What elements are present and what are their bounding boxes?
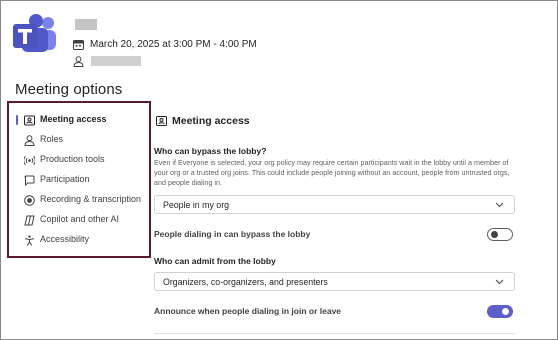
- announce-dial-in-toggle[interactable]: [487, 305, 513, 318]
- meeting-access-icon: [156, 116, 167, 126]
- section-title: Meeting access: [172, 115, 250, 127]
- organizer-name-redacted: [91, 56, 141, 66]
- sidebar-item-label: Recording & transcription: [40, 194, 142, 204]
- teams-logo-icon: [13, 14, 56, 52]
- toggle-knob: [491, 231, 498, 238]
- sidebar-item-roles[interactable]: Roles: [9, 131, 149, 149]
- meeting-title-redacted: [75, 19, 97, 30]
- admit-from-lobby-label: Who can admit from the lobby: [154, 256, 276, 266]
- organizer-row: [73, 54, 141, 68]
- sidebar-item-label: Production tools: [40, 154, 105, 164]
- chevron-down-icon: [495, 279, 504, 285]
- sidebar-item-meeting-access[interactable]: Meeting access: [9, 111, 149, 129]
- bypass-lobby-help-text: Even if Everyone is selected, your org p…: [154, 158, 510, 187]
- divider: [154, 333, 515, 334]
- section-header: Meeting access: [156, 115, 250, 127]
- meeting-date-row: March 20, 2025 at 3:00 PM - 4:00 PM: [73, 37, 257, 51]
- toggle-knob: [502, 308, 509, 315]
- chat-icon: [24, 175, 35, 186]
- meeting-access-icon: [24, 115, 35, 126]
- sidebar-item-production-tools[interactable]: Production tools: [9, 151, 149, 169]
- dropdown-value: Organizers, co-organizers, and presenter…: [163, 277, 328, 287]
- dial-in-bypass-label: People dialing in can bypass the lobby: [154, 229, 311, 239]
- sidebar-item-label: Participation: [40, 174, 90, 184]
- sidebar-item-label: Meeting access: [40, 114, 107, 124]
- sidebar-item-label: Roles: [40, 134, 64, 144]
- sidebar-item-participation[interactable]: Participation: [9, 171, 149, 189]
- announce-dial-in-label: Announce when people dialing in join or …: [154, 306, 342, 316]
- broadcast-icon: [24, 156, 35, 165]
- dial-in-bypass-toggle[interactable]: [487, 228, 513, 241]
- sidebar-item-recording-transcription[interactable]: Recording & transcription: [9, 191, 149, 209]
- sidebar-item-copilot-ai[interactable]: Copilot and other AI: [9, 211, 149, 229]
- admit-from-lobby-dropdown[interactable]: Organizers, co-organizers, and presenter…: [154, 272, 515, 291]
- chevron-down-icon: [495, 202, 504, 208]
- sidebar-item-label: Accessibility: [40, 234, 90, 244]
- meeting-date-time: March 20, 2025 at 3:00 PM - 4:00 PM: [90, 38, 257, 50]
- bypass-lobby-label: Who can bypass the lobby?: [154, 146, 267, 156]
- sidebar-item-accessibility[interactable]: Accessibility: [9, 231, 149, 249]
- accessibility-icon: [24, 235, 35, 246]
- dropdown-value: People in my org: [163, 200, 230, 210]
- page-title: Meeting options: [15, 81, 123, 98]
- copilot-icon: [24, 215, 35, 226]
- record-icon: [24, 195, 35, 206]
- calendar-icon: [73, 39, 84, 50]
- person-icon: [73, 55, 84, 67]
- person-icon: [24, 135, 35, 146]
- options-sidebar: Meeting access Roles Production tools Pa…: [7, 101, 151, 258]
- bypass-lobby-dropdown[interactable]: People in my org: [154, 195, 515, 214]
- selection-indicator: [16, 115, 18, 125]
- sidebar-item-label: Copilot and other AI: [40, 214, 120, 224]
